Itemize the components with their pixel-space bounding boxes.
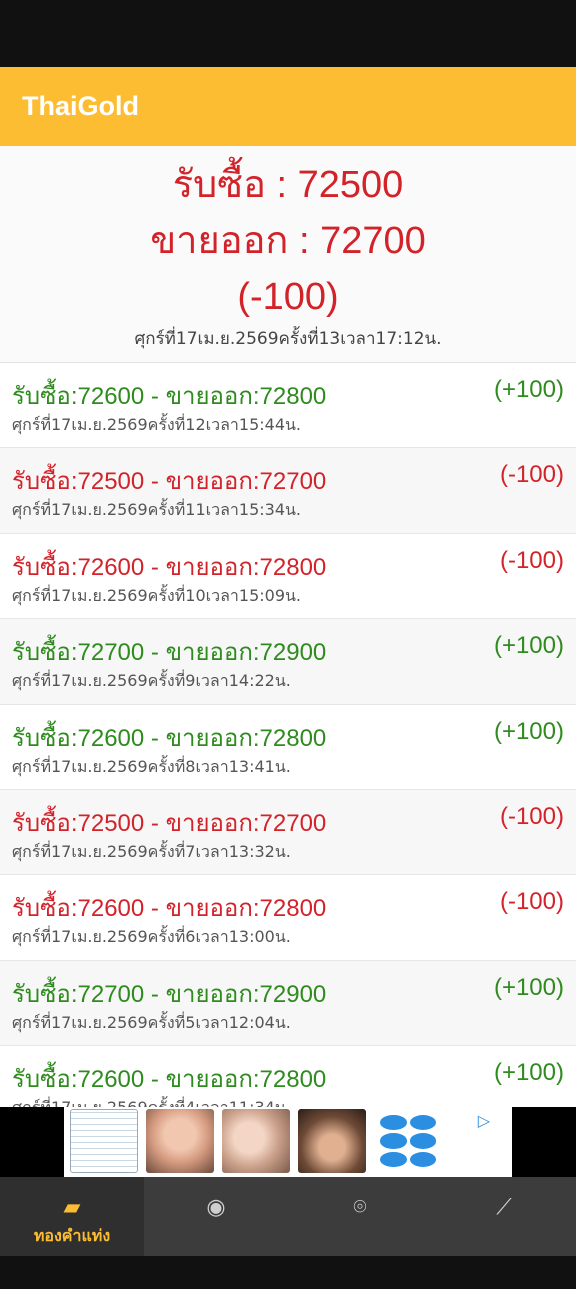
history-prices: รับซื้อ:72600 - ขายออก:72800 <box>12 553 327 581</box>
history-prices: รับซื้อ:72600 - ขายออก:72800 <box>12 724 327 752</box>
bottom-nav: ▰ ทองคำแท่ง ◉ ⌾ ⟋ <box>0 1177 576 1256</box>
history-change: (-100) <box>499 888 564 916</box>
history-prices: รับซื้อ:72700 - ขายออก:72900 <box>12 980 327 1008</box>
ad-choices-icon[interactable]: ▷ <box>478 1111 490 1130</box>
nav-label: ทองคำแท่ง <box>33 1226 111 1245</box>
ad-image[interactable] <box>146 1109 214 1173</box>
history-change: (+100) <box>493 973 564 1001</box>
history-change: (+100) <box>493 717 564 745</box>
history-date: ศุกร์ที่17เม.ย.2569ครั้งที่5เวลา12:04น. <box>12 1012 291 1032</box>
current-buy-price: รับซื้อ : 72500 <box>172 164 404 206</box>
history-row[interactable]: รับซื้อ:72500 - ขายออก:72700 (-100) ศุกร์ท… <box>0 789 576 876</box>
coin-icon: ◉ <box>206 1195 226 1220</box>
current-change: (-100) <box>237 276 339 318</box>
history-date: ศุกร์ที่17เม.ย.2569ครั้งที่7เวลา13:32น. <box>12 841 291 861</box>
app-bar: ThaiGold <box>0 67 576 146</box>
history-row[interactable]: รับซื้อ:72600 - ขายออก:72800 (+100) ศุกร์ท… <box>0 1046 576 1107</box>
history-date: ศุกร์ที่17เม.ย.2569ครั้งที่12เวลา15:44น. <box>12 415 302 434</box>
history-prices: รับซื้อ:72700 - ขายออก:72900 <box>12 639 327 667</box>
history-date: ศุกร์ที่17เม.ย.2569ครั้งที่8เวลา13:41น. <box>12 756 291 776</box>
history-prices: รับซื้อ:72600 - ขายออก:72800 <box>12 383 327 410</box>
history-change: (-100) <box>499 461 564 489</box>
ad-banner[interactable]: ▷ <box>0 1107 576 1177</box>
ad-image[interactable] <box>374 1109 442 1173</box>
history-change: (+100) <box>493 632 564 660</box>
price-list[interactable]: รับซื้อ : 72500 ขายออก : 72700 (-100) ศุ… <box>0 146 576 1107</box>
history-date: ศุกร์ที่17เม.ย.2569ครั้งที่9เวลา14:22น. <box>12 671 291 691</box>
nav-item-0[interactable]: ▰ ทองคำแท่ง <box>0 1177 144 1256</box>
ring-icon: ⌾ <box>353 1195 367 1220</box>
history-prices: รับซื้อ:72600 - ขายออก:72800 <box>12 1066 327 1094</box>
system-nav-bar <box>0 1256 576 1289</box>
history-change: (-100) <box>499 802 564 830</box>
history-row[interactable]: รับซื้อ:72600 - ขายออก:72800 (-100) ศุกร์ท… <box>0 533 576 620</box>
ad-content[interactable]: ▷ <box>64 1107 512 1177</box>
app-title: ThaiGold <box>22 91 139 121</box>
nav-item-1[interactable]: ◉ <box>144 1177 288 1256</box>
history-change: (+100) <box>493 376 564 403</box>
history-row[interactable]: รับซื้อ:72500 - ขายออก:72700 (-100) ศุกร์ท… <box>0 448 576 534</box>
history-list: รับซื้อ:72600 - ขายออก:72800 (+100) ศุกร์ท… <box>0 363 576 1107</box>
history-date: ศุกร์ที่17เม.ย.2569ครั้งที่6เวลา13:00น. <box>12 927 291 947</box>
gold-bar-icon: ▰ <box>63 1195 81 1220</box>
current-date: ศุกร์ที่17เม.ย.2569ครั้งที่13เวลา17:12น. <box>134 329 442 349</box>
history-prices: รับซื้อ:72500 - ขายออก:72700 <box>12 468 327 496</box>
ad-image[interactable] <box>298 1109 366 1173</box>
history-prices: รับซื้อ:72600 - ขายออก:72800 <box>12 895 327 923</box>
history-date: ศุกร์ที่17เม.ย.2569ครั้งที่11เวลา15:34น. <box>12 500 302 520</box>
ad-image[interactable] <box>70 1109 138 1173</box>
history-date: ศุกร์ที่17เม.ย.2569ครั้งที่4เวลา11:34น. <box>12 1096 291 1107</box>
history-row[interactable]: รับซื้อ:72600 - ขายออก:72800 (+100) ศุกร์ท… <box>0 363 576 449</box>
ad-image[interactable] <box>222 1109 290 1173</box>
status-bar <box>0 0 576 67</box>
history-row[interactable]: รับซื้อ:72700 - ขายออก:72900 (+100) ศุกร์ท… <box>0 960 576 1047</box>
current-price-card: รับซื้อ : 72500 ขายออก : 72700 (-100) ศุ… <box>0 146 576 363</box>
history-date: ศุกร์ที่17เม.ย.2569ครั้งที่10เวลา15:09น. <box>12 585 302 605</box>
history-row[interactable]: รับซื้อ:72600 - ขายออก:72800 (+100) ศุกร์ท… <box>0 704 576 790</box>
history-row[interactable]: รับซื้อ:72600 - ขายออก:72800 (-100) ศุกร์ท… <box>0 875 576 961</box>
history-change: (-100) <box>499 546 564 574</box>
nav-item-2[interactable]: ⌾ <box>288 1177 432 1256</box>
chart-icon: ⟋ <box>496 1195 512 1220</box>
history-row[interactable]: รับซื้อ:72700 - ขายออก:72900 (+100) ศุกร์ท… <box>0 619 576 705</box>
history-change: (+100) <box>493 1059 564 1087</box>
nav-item-3[interactable]: ⟋ <box>432 1177 576 1256</box>
current-sell-price: ขายออก : 72700 <box>150 220 426 262</box>
history-prices: รับซื้อ:72500 - ขายออก:72700 <box>12 809 327 837</box>
